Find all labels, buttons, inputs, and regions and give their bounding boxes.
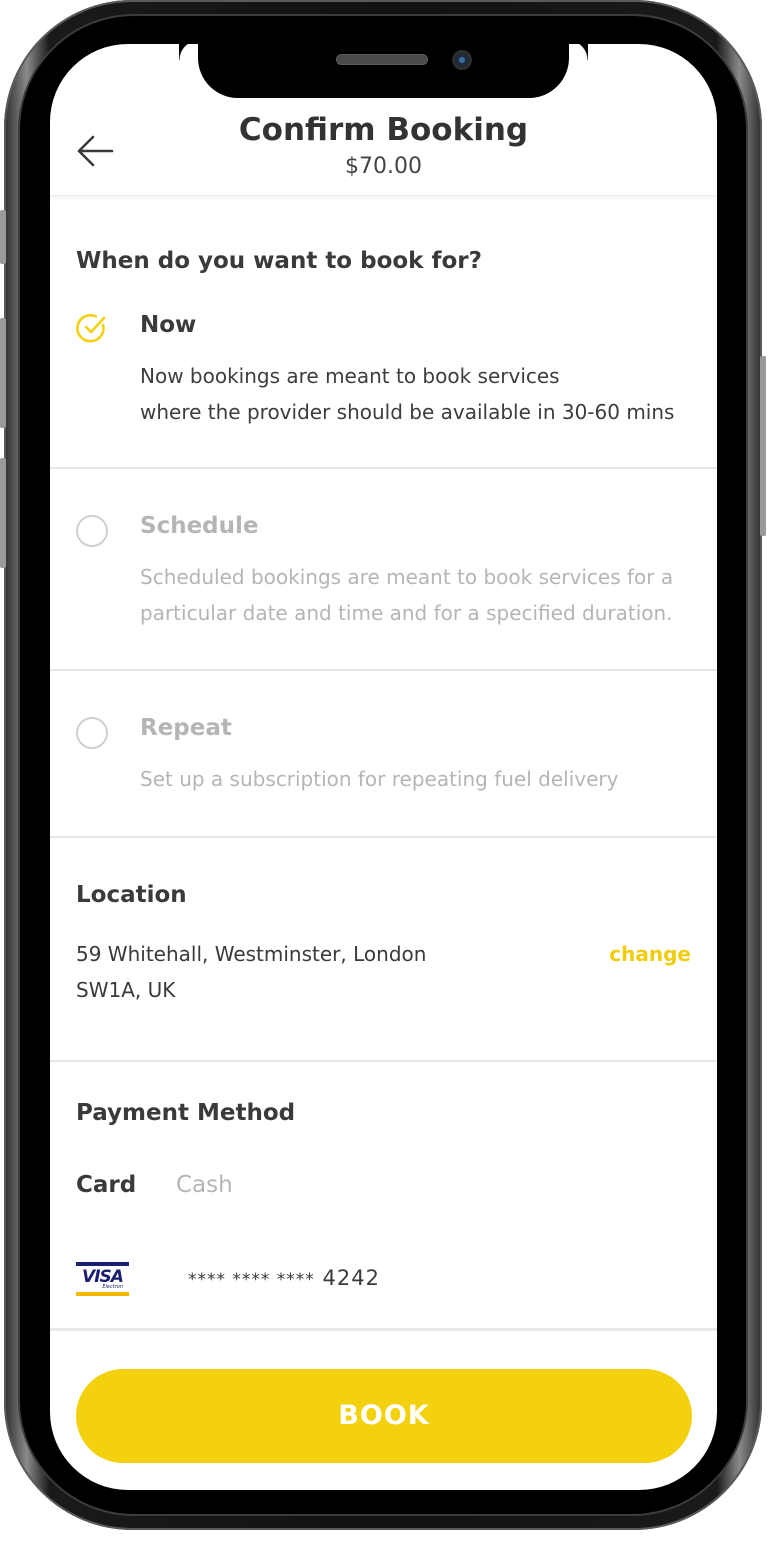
- side-button-volume-down: [0, 458, 6, 568]
- option-description-line: particular date and time and for a speci…: [140, 601, 673, 625]
- front-camera: [452, 50, 472, 70]
- option-description-line: where the provider should be available i…: [140, 400, 675, 424]
- card-number-masked: **** **** ****: [188, 1270, 315, 1290]
- payment-tab-cash[interactable]: Cash: [176, 1172, 233, 1198]
- payment-tab-card[interactable]: Card: [76, 1172, 136, 1198]
- page-title: Confirm Booking: [238, 112, 529, 148]
- location-address: 59 Whitehall, Westminster, London SW1A, …: [76, 936, 476, 1008]
- booking-question: When do you want to book for?: [76, 248, 482, 274]
- option-description: Now bookings are meant to book services …: [140, 358, 700, 430]
- speaker-grille: [336, 54, 428, 65]
- payment-section: Payment Method Card Cash VISA Electron *…: [50, 1062, 717, 1332]
- option-title: Repeat: [140, 715, 232, 741]
- side-button-silent: [0, 210, 6, 264]
- check-circle-icon: [76, 313, 106, 343]
- app-screen: Confirm Booking $70.00 When do you want …: [50, 44, 717, 1490]
- option-description-line: Set up a subscription for repeating fuel…: [140, 767, 619, 791]
- footer-divider: [50, 1328, 717, 1331]
- card-number-last4: 4242: [322, 1266, 380, 1290]
- payment-title: Payment Method: [76, 1100, 296, 1126]
- option-title: Schedule: [140, 513, 259, 539]
- radio-empty-icon: [76, 717, 108, 749]
- address-line: SW1A, UK: [76, 978, 176, 1002]
- side-button-power: [760, 356, 766, 536]
- option-title: Now: [140, 312, 197, 338]
- booking-option-repeat[interactable]: Repeat Set up a subscription for repeati…: [50, 671, 717, 838]
- book-button[interactable]: BOOK: [76, 1369, 692, 1463]
- card-number[interactable]: **** **** **** 4242: [188, 1266, 380, 1290]
- location-title: Location: [76, 882, 187, 908]
- address-line: 59 Whitehall, Westminster, London: [76, 942, 427, 966]
- booking-option-now[interactable]: Now Now bookings are meant to book servi…: [50, 296, 717, 469]
- visa-logo-icon: VISA Electron: [76, 1262, 129, 1296]
- app-header: Confirm Booking $70.00: [50, 100, 717, 196]
- option-description: Scheduled bookings are meant to book ser…: [140, 559, 700, 631]
- radio-empty-icon: [76, 515, 108, 547]
- option-description: Set up a subscription for repeating fuel…: [140, 761, 700, 797]
- side-button-volume-up: [0, 318, 6, 428]
- change-location-link[interactable]: change: [609, 942, 691, 966]
- booking-option-schedule[interactable]: Schedule Scheduled bookings are meant to…: [50, 469, 717, 671]
- option-description-line: Now bookings are meant to book services: [140, 364, 560, 388]
- booking-price: $70.00: [345, 154, 422, 179]
- location-section: Location 59 Whitehall, Westminster, Lond…: [50, 838, 717, 1062]
- notch: [198, 44, 588, 98]
- option-description-line: Scheduled bookings are meant to book ser…: [140, 565, 674, 589]
